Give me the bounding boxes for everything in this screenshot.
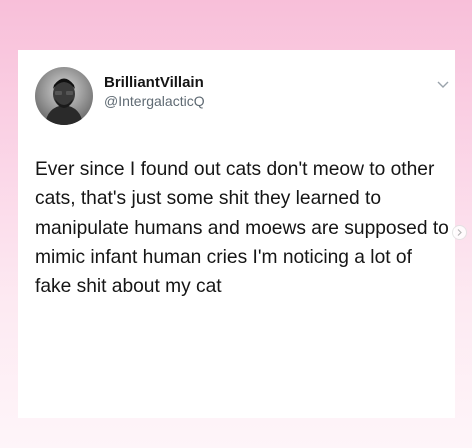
chevron-down-icon[interactable] bbox=[436, 80, 450, 90]
tweet-text: Ever since I found out cats don't meow t… bbox=[35, 159, 449, 298]
chevron-right-icon[interactable] bbox=[452, 225, 467, 240]
tweet-card: BrilliantVillain @IntergalacticQ Ever si… bbox=[18, 50, 455, 418]
avatar[interactable] bbox=[35, 67, 93, 125]
profile-photo-icon bbox=[45, 78, 83, 125]
author-name[interactable]: BrilliantVillain bbox=[104, 74, 204, 91]
author-handle[interactable]: @IntergalacticQ bbox=[104, 93, 205, 109]
